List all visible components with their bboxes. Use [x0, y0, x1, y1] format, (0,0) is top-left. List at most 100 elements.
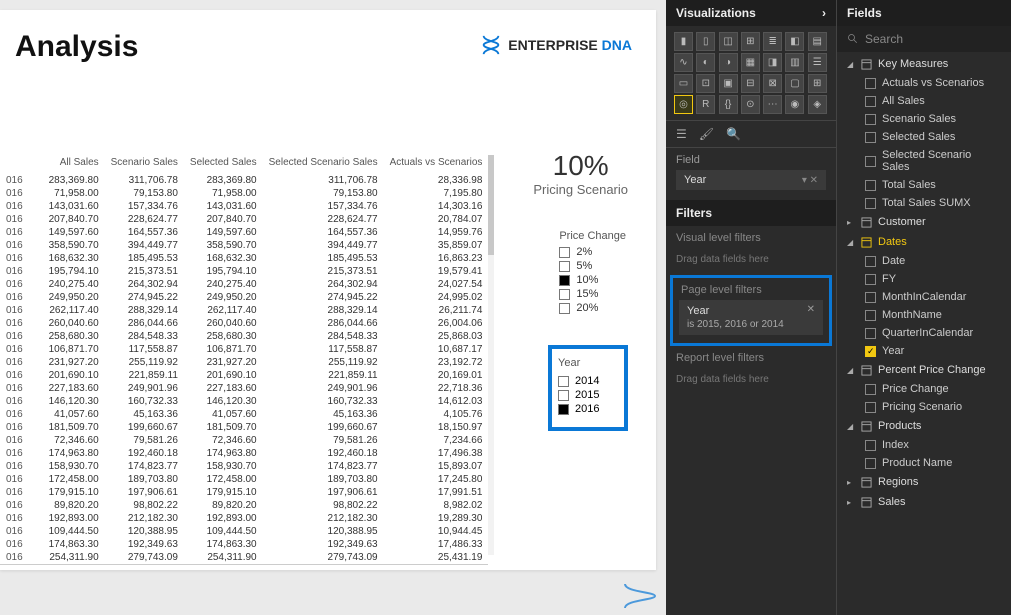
- report-filter-dropzone[interactable]: Drag data fields here: [666, 370, 836, 395]
- field-item[interactable]: Product Name: [837, 454, 1011, 472]
- viz-type-icon[interactable]: ▣: [719, 74, 738, 93]
- viz-type-icon[interactable]: ≣: [763, 32, 782, 51]
- field-checkbox[interactable]: [865, 156, 876, 167]
- field-checkbox[interactable]: [865, 132, 876, 143]
- format-tab-icon[interactable]: 🖌: [699, 127, 714, 141]
- table-row[interactable]: 016192,893.00212,182.30192,893.00212,182…: [0, 512, 488, 525]
- table-row[interactable]: 016181,509.70199,660.67181,509.70199,660…: [0, 421, 488, 434]
- field-checkbox[interactable]: [865, 402, 876, 413]
- field-checkbox[interactable]: [865, 198, 876, 209]
- scenario-card[interactable]: 10% Pricing Scenario: [533, 150, 628, 197]
- viz-type-icon[interactable]: R: [696, 95, 715, 114]
- year-slicer[interactable]: Year 201420152016: [548, 345, 628, 431]
- viz-type-icon[interactable]: ▥: [785, 53, 804, 72]
- field-table-key measures[interactable]: ◢Key Measures: [837, 54, 1011, 74]
- field-checkbox[interactable]: [865, 96, 876, 107]
- viz-type-icon[interactable]: ⊞: [741, 32, 760, 51]
- page-filter-year[interactable]: Year is 2015, 2016 or 2014 ✕: [679, 300, 823, 335]
- table-row[interactable]: 016358,590.70394,449.77358,590.70394,449…: [0, 239, 488, 252]
- viz-type-icon[interactable]: ▤: [808, 32, 827, 51]
- field-item[interactable]: Price Change: [837, 380, 1011, 398]
- field-checkbox[interactable]: [865, 78, 876, 89]
- table-row[interactable]: 016254,311.90279,743.09254,311.90279,743…: [0, 551, 488, 565]
- table-row[interactable]: 016207,840.70228,624.77207,840.70228,624…: [0, 213, 488, 226]
- clear-filter-icon[interactable]: ✕: [807, 304, 815, 315]
- checkbox-icon[interactable]: [558, 376, 569, 387]
- column-header[interactable]: Selected Scenario Sales: [263, 155, 384, 174]
- checkbox-icon[interactable]: [558, 404, 569, 415]
- viz-type-icon[interactable]: ▮: [674, 32, 693, 51]
- viz-type-icon[interactable]: ◑: [719, 53, 738, 72]
- viz-type-icon[interactable]: ◫: [719, 32, 738, 51]
- viz-type-icon[interactable]: ∿: [674, 53, 693, 72]
- viz-type-icon[interactable]: ⊞: [808, 74, 827, 93]
- field-table-percent price change[interactable]: ◢Percent Price Change: [837, 360, 1011, 380]
- slicer-option[interactable]: 2%: [559, 246, 626, 258]
- table-row[interactable]: 016283,369.80311,706.78283,369.80311,706…: [0, 174, 488, 187]
- field-item[interactable]: Total Sales SUMX: [837, 194, 1011, 212]
- column-header[interactable]: Actuals vs Scenarios: [384, 155, 489, 174]
- field-item[interactable]: Total Sales: [837, 176, 1011, 194]
- field-checkbox[interactable]: [865, 274, 876, 285]
- column-header[interactable]: All Sales: [29, 155, 105, 174]
- scrollbar-thumb[interactable]: [488, 155, 494, 255]
- checkbox-icon[interactable]: [559, 303, 570, 314]
- viz-type-icon[interactable]: ◨: [763, 53, 782, 72]
- column-header[interactable]: [0, 155, 29, 174]
- viz-type-icon[interactable]: ◐: [696, 53, 715, 72]
- format-tabs[interactable]: ☰ 🖌 🔍: [666, 120, 836, 148]
- table-row[interactable]: 016258,680.30284,548.33258,680.30284,548…: [0, 330, 488, 343]
- table-row[interactable]: 016109,444.50120,388.95109,444.50120,388…: [0, 525, 488, 538]
- table-scrollbar[interactable]: [488, 155, 494, 555]
- field-item[interactable]: Year: [837, 342, 1011, 360]
- viz-type-icon[interactable]: ◧: [785, 32, 804, 51]
- fields-tab-icon[interactable]: ☰: [676, 127, 687, 141]
- field-checkbox[interactable]: [865, 384, 876, 395]
- field-item[interactable]: FY: [837, 270, 1011, 288]
- table-row[interactable]: 016172,458.00189,703.80172,458.00189,703…: [0, 473, 488, 486]
- table-row[interactable]: 016195,794.10215,373.51195,794.10215,373…: [0, 265, 488, 278]
- field-item[interactable]: Selected Sales: [837, 128, 1011, 146]
- table-row[interactable]: 016179,915.10197,906.61179,915.10197,906…: [0, 486, 488, 499]
- fields-header[interactable]: Fields: [837, 0, 1011, 26]
- table-row[interactable]: 016174,963.80192,460.18174,963.80192,460…: [0, 447, 488, 460]
- fields-search[interactable]: Search: [837, 26, 1011, 52]
- field-checkbox[interactable]: [865, 292, 876, 303]
- field-checkbox[interactable]: [865, 256, 876, 267]
- viz-type-icon[interactable]: ▦: [741, 53, 760, 72]
- table-row[interactable]: 016106,871.70117,558.87106,871.70117,558…: [0, 343, 488, 356]
- field-pill-year[interactable]: Year ▾ ✕: [676, 170, 826, 190]
- checkbox-icon[interactable]: [559, 247, 570, 258]
- table-row[interactable]: 016262,117.40288,329.14262,117.40288,329…: [0, 304, 488, 317]
- field-item[interactable]: Scenario Sales: [837, 110, 1011, 128]
- data-table[interactable]: All SalesScenario SalesSelected SalesSel…: [0, 155, 485, 570]
- analytics-tab-icon[interactable]: 🔍: [726, 127, 741, 141]
- field-item[interactable]: QuarterInCalendar: [837, 324, 1011, 342]
- checkbox-icon[interactable]: [558, 390, 569, 401]
- field-table-regions[interactable]: ▸Regions: [837, 472, 1011, 492]
- remove-field-icon[interactable]: ▾ ✕: [802, 175, 818, 186]
- viz-type-icon[interactable]: ☰: [808, 53, 827, 72]
- viz-type-icon[interactable]: ⋯: [763, 95, 782, 114]
- viz-type-icon[interactable]: ◎: [674, 95, 693, 114]
- table-row[interactable]: 016143,031.60157,334.76143,031.60157,334…: [0, 200, 488, 213]
- price-change-slicer[interactable]: Price Change 2%5%10%15%20%: [559, 230, 626, 316]
- slicer-option[interactable]: 15%: [559, 288, 626, 300]
- table-row[interactable]: 016227,183.60249,901.96227,183.60249,901…: [0, 382, 488, 395]
- slicer-option[interactable]: 2014: [558, 375, 618, 387]
- table-row[interactable]: 016168,632.30185,495.53168,632.30185,495…: [0, 252, 488, 265]
- field-checkbox[interactable]: [865, 328, 876, 339]
- field-table-products[interactable]: ◢Products: [837, 416, 1011, 436]
- slicer-option[interactable]: 2016: [558, 403, 618, 415]
- visualizations-header[interactable]: Visualizations ›: [666, 0, 836, 26]
- field-item[interactable]: MonthName: [837, 306, 1011, 324]
- table-row[interactable]: 01641,057.6045,163.3641,057.6045,163.364…: [0, 408, 488, 421]
- viz-type-icon[interactable]: ⊠: [763, 74, 782, 93]
- viz-type-icon[interactable]: {}: [719, 95, 738, 114]
- table-row[interactable]: 016201,690.10221,859.11201,690.10221,859…: [0, 369, 488, 382]
- field-checkbox[interactable]: [865, 310, 876, 321]
- table-row[interactable]: 016240,275.40264,302.94240,275.40264,302…: [0, 278, 488, 291]
- field-checkbox[interactable]: [865, 458, 876, 469]
- column-header[interactable]: Selected Sales: [184, 155, 263, 174]
- viz-type-icon[interactable]: ⊡: [696, 74, 715, 93]
